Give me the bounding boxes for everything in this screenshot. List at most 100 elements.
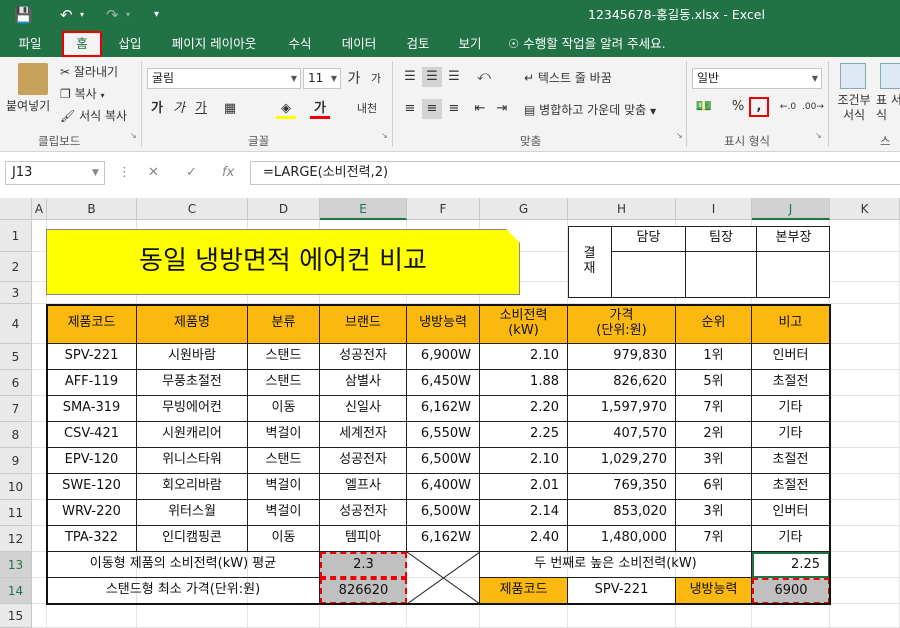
format-as-table-icon[interactable] xyxy=(880,63,900,89)
tab-insert[interactable]: 삽입 xyxy=(108,30,152,57)
align-middle-icon[interactable]: ☰ xyxy=(422,67,442,87)
row-header-1[interactable]: 1 xyxy=(0,220,32,252)
table-cell[interactable]: 2위 xyxy=(676,422,752,448)
undo-dropdown-icon[interactable]: ▾ xyxy=(80,0,84,30)
select-all-corner[interactable] xyxy=(0,198,32,220)
table-cell[interactable]: 6,900W xyxy=(407,344,480,370)
table-cell[interactable]: 세계전자 xyxy=(320,422,407,448)
decrease-indent-icon[interactable]: ⇤ xyxy=(470,99,490,119)
row-header-14[interactable]: 14 xyxy=(0,578,32,604)
table-cell[interactable]: 769,350 xyxy=(568,474,676,500)
table-cell[interactable]: 1,597,970 xyxy=(568,396,676,422)
table-cell[interactable]: 2.25 xyxy=(480,422,568,448)
font-launcher-icon[interactable]: ↘ xyxy=(381,131,388,140)
align-left-icon[interactable]: ≡ xyxy=(400,99,420,119)
product-code-value-cell[interactable]: SPV-221 xyxy=(568,578,676,604)
customize-quick-access-icon[interactable]: ▾ xyxy=(154,0,159,30)
table-cell[interactable]: 시원바람 xyxy=(137,344,248,370)
table-cell[interactable]: 6,550W xyxy=(407,422,480,448)
table-cell[interactable]: CSV-421 xyxy=(47,422,137,448)
name-box-dropdown-icon[interactable]: ▼ xyxy=(92,161,99,185)
row-header-4[interactable]: 4 xyxy=(0,304,32,344)
format-painter-button[interactable]: 🖌 서식 복사 xyxy=(60,107,127,124)
table-cell[interactable]: 벽걸이 xyxy=(248,422,320,448)
table-cell[interactable]: 무풍초절전 xyxy=(137,370,248,396)
approval-sign-cell[interactable] xyxy=(686,252,757,298)
increase-indent-icon[interactable]: ⇥ xyxy=(492,99,512,119)
table-cell[interactable]: 성공전자 xyxy=(320,344,407,370)
column-header-h[interactable]: H xyxy=(568,198,676,220)
increase-decimal-icon[interactable]: ←.0 xyxy=(778,97,798,117)
format-as-table-button[interactable]: 표 서식 xyxy=(876,93,900,123)
tab-home[interactable]: 홈 xyxy=(62,31,102,57)
row-header-6[interactable]: 6 xyxy=(0,370,32,396)
align-right-icon[interactable]: ≡ xyxy=(444,99,464,119)
row-header-7[interactable]: 7 xyxy=(0,396,32,422)
undo-icon[interactable]: ↶ xyxy=(60,0,73,30)
border-icon[interactable]: ▦ xyxy=(220,99,240,119)
table-cell[interactable]: 826,620 xyxy=(568,370,676,396)
table-cell[interactable]: 벽걸이 xyxy=(248,500,320,526)
align-center-icon[interactable]: ≡ xyxy=(422,99,442,119)
row-header-11[interactable]: 11 xyxy=(0,500,32,526)
decrease-decimal-icon[interactable]: .00→ xyxy=(802,97,824,117)
table-cell[interactable]: 1,029,270 xyxy=(568,448,676,474)
table-cell[interactable]: SPV-221 xyxy=(47,344,137,370)
alignment-launcher-icon[interactable]: ↘ xyxy=(676,131,683,140)
cancel-icon[interactable]: ✕ xyxy=(148,161,159,185)
table-cell[interactable]: 2.40 xyxy=(480,526,568,552)
percent-style-button[interactable]: % xyxy=(728,97,748,117)
tab-formulas[interactable]: 수식 xyxy=(278,30,322,57)
row-header-15[interactable]: 15 xyxy=(0,604,32,628)
italic-button[interactable]: 가 xyxy=(169,99,189,119)
table-cell[interactable]: 2.14 xyxy=(480,500,568,526)
table-cell[interactable]: 인버터 xyxy=(752,344,830,370)
copy-dropdown-icon[interactable]: ▾ xyxy=(101,91,105,100)
min-price-value-cell[interactable]: 826620 xyxy=(320,578,407,604)
fill-color-icon[interactable]: ◈ xyxy=(276,99,296,119)
column-header-j[interactable]: J xyxy=(752,198,830,220)
table-cell[interactable]: 스탠드 xyxy=(248,448,320,474)
redo-icon[interactable]: ↷ xyxy=(106,0,119,30)
number-launcher-icon[interactable]: ↘ xyxy=(815,131,822,140)
table-cell[interactable]: 6,162W xyxy=(407,396,480,422)
row-header-12[interactable]: 12 xyxy=(0,526,32,552)
underline-button[interactable]: 가 xyxy=(191,99,211,119)
table-cell[interactable]: 템피아 xyxy=(320,526,407,552)
table-cell[interactable]: 무빙에어컨 xyxy=(137,396,248,422)
number-format-combo[interactable]: 일반 ▼ xyxy=(692,68,822,89)
table-cell[interactable]: 이동 xyxy=(248,526,320,552)
bold-button[interactable]: 가 xyxy=(147,99,167,119)
tell-me-box[interactable]: ☉ 수행할 작업을 알려 주세요. xyxy=(508,30,688,57)
table-cell[interactable]: 초절전 xyxy=(752,370,830,396)
insert-function-icon[interactable]: fx xyxy=(222,161,234,185)
table-cell[interactable]: EPV-120 xyxy=(47,448,137,474)
column-header-e[interactable]: E xyxy=(320,198,407,220)
conditional-format-button[interactable]: 조건부 서식 xyxy=(835,93,873,123)
column-header-a[interactable]: A xyxy=(32,198,47,220)
table-cell[interactable]: 6위 xyxy=(676,474,752,500)
cut-button[interactable]: ✂ 잘라내기 xyxy=(60,63,118,80)
table-cell[interactable]: 6,500W xyxy=(407,448,480,474)
table-cell[interactable]: 삼별사 xyxy=(320,370,407,396)
table-cell[interactable]: 6,450W xyxy=(407,370,480,396)
row-header-10[interactable]: 10 xyxy=(0,474,32,500)
table-cell[interactable]: 979,830 xyxy=(568,344,676,370)
table-cell[interactable]: 853,020 xyxy=(568,500,676,526)
table-cell[interactable]: 기타 xyxy=(752,422,830,448)
table-cell[interactable]: 2.10 xyxy=(480,344,568,370)
table-cell[interactable]: 6,400W xyxy=(407,474,480,500)
table-cell[interactable]: 초절전 xyxy=(752,448,830,474)
shrink-font-icon[interactable]: 가 xyxy=(366,69,386,89)
table-cell[interactable]: 7위 xyxy=(676,396,752,422)
table-cell[interactable]: 성공전자 xyxy=(320,500,407,526)
clipboard-launcher-icon[interactable]: ↘ xyxy=(130,131,137,140)
table-cell[interactable]: 3위 xyxy=(676,500,752,526)
table-cell[interactable]: AFF-119 xyxy=(47,370,137,396)
align-bottom-icon[interactable]: ☰ xyxy=(444,67,464,87)
table-cell[interactable]: WRV-220 xyxy=(47,500,137,526)
table-cell[interactable]: 2.20 xyxy=(480,396,568,422)
row-header-5[interactable]: 5 xyxy=(0,344,32,370)
crossed-cell[interactable] xyxy=(407,552,480,604)
grow-font-icon[interactable]: 가 xyxy=(344,69,364,89)
